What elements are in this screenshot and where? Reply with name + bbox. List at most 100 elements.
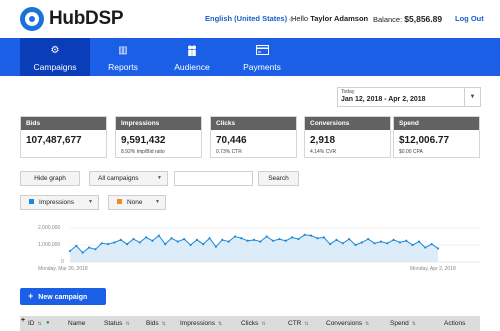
column-header-clicks[interactable]: Clicks ⇅ [241, 316, 266, 331]
data-point[interactable] [424, 246, 427, 249]
card-value: 9,591,432 [121, 135, 166, 146]
data-point[interactable] [176, 240, 179, 243]
data-point[interactable] [329, 243, 332, 246]
card-value: $12,006.77 [399, 135, 450, 146]
date-range-picker[interactable]: Today Jan 12, 2018 - Apr 2, 2018 ▼ [337, 87, 481, 107]
column-label: Conversions [326, 320, 363, 327]
chevron-down-icon[interactable]: ▼ [464, 88, 480, 106]
campaign-filter-select[interactable]: All campaigns ▼ [89, 171, 168, 186]
data-point[interactable] [113, 241, 116, 244]
data-point[interactable] [170, 237, 173, 240]
column-header-ctr[interactable]: CTR ⇅ [288, 316, 309, 331]
data-point[interactable] [145, 236, 148, 239]
data-point[interactable] [335, 238, 338, 241]
nav-item-reports[interactable]: ▥ Reports [88, 38, 158, 76]
data-point[interactable] [164, 243, 167, 246]
data-point[interactable] [259, 240, 262, 243]
data-point[interactable] [278, 237, 281, 241]
column-header-status[interactable]: Status ⇅ [104, 316, 130, 331]
data-point[interactable] [284, 239, 287, 242]
data-point[interactable] [341, 242, 344, 245]
language-selector[interactable]: English (United States) ◇ [205, 14, 294, 23]
data-point[interactable] [208, 237, 211, 240]
data-point[interactable] [221, 238, 224, 241]
data-point[interactable] [360, 241, 363, 244]
search-button[interactable]: Search [258, 171, 299, 186]
data-point[interactable] [354, 243, 357, 247]
plus-icon: + [28, 291, 34, 301]
column-header-name[interactable]: Name [68, 316, 85, 331]
data-point[interactable] [227, 240, 230, 243]
data-point[interactable] [367, 237, 370, 241]
column-header-id[interactable]: ID ⇅ [28, 316, 42, 331]
data-point[interactable] [417, 240, 421, 243]
data-point[interactable] [398, 241, 402, 244]
data-point[interactable] [386, 242, 389, 245]
data-point[interactable] [240, 237, 243, 240]
data-point[interactable] [183, 237, 186, 241]
data-point[interactable] [94, 248, 97, 251]
data-point[interactable] [316, 237, 319, 240]
data-point[interactable] [151, 239, 154, 242]
data-point[interactable] [119, 238, 122, 241]
logo[interactable]: HubDSP [20, 7, 124, 31]
data-point[interactable] [290, 236, 294, 239]
card-title: Impressions [116, 117, 201, 130]
expand-all-icon[interactable]: + [21, 313, 25, 328]
data-point[interactable] [379, 240, 382, 243]
data-point[interactable] [81, 251, 84, 254]
data-point[interactable] [252, 238, 256, 241]
nav-item-audience[interactable]: Audience [157, 38, 227, 76]
data-point[interactable] [157, 234, 160, 237]
nav-item-payments[interactable]: Payments [227, 38, 297, 76]
greeting: Hello Taylor Adamson [291, 14, 368, 23]
balance-value: $5,856.89 [404, 14, 443, 24]
logo-icon [20, 7, 44, 31]
nav-item-campaigns[interactable]: ⚙ Campaigns [20, 38, 90, 76]
data-point[interactable] [75, 244, 78, 247]
data-point[interactable] [373, 242, 376, 245]
data-point[interactable] [233, 235, 237, 238]
search-input[interactable] [174, 171, 253, 186]
data-point[interactable] [411, 243, 414, 247]
data-point[interactable] [106, 243, 110, 246]
column-header-bids[interactable]: Bids ⇅ [146, 316, 166, 331]
metric-2-select[interactable]: None ▼ [108, 195, 166, 210]
data-point[interactable] [303, 233, 306, 236]
data-point[interactable] [195, 238, 198, 241]
data-point[interactable] [68, 249, 72, 253]
data-point[interactable] [265, 235, 268, 238]
data-point[interactable] [310, 234, 313, 237]
new-campaign-button[interactable]: + New campaign [20, 288, 106, 305]
column-header-actions: Actions [444, 320, 466, 327]
column-header-impressions[interactable]: Impressions ⇅ [180, 316, 222, 331]
data-point[interactable] [87, 246, 91, 249]
data-point[interactable] [100, 242, 103, 245]
column-header-spend[interactable]: Spend ⇅ [390, 316, 416, 331]
logout-link[interactable]: Log Out [455, 14, 484, 23]
data-point[interactable] [138, 241, 141, 244]
data-point[interactable] [202, 243, 205, 246]
sort-icon: ⇅ [411, 321, 416, 327]
nav-label: Audience [174, 62, 210, 72]
data-point[interactable] [214, 245, 218, 248]
data-point[interactable] [189, 243, 192, 247]
data-point[interactable] [246, 239, 249, 242]
stat-card-spend: Spend $12,006.77 $0.00 CPA [393, 116, 480, 158]
data-point[interactable] [297, 237, 300, 241]
nav-label: Reports [108, 62, 138, 72]
data-point[interactable] [392, 238, 395, 241]
data-point[interactable] [271, 239, 275, 242]
data-point[interactable] [348, 237, 351, 241]
metric-1-select[interactable]: Impressions ▼ [20, 195, 99, 210]
column-header-conversions[interactable]: Conversions ⇅ [326, 316, 369, 331]
column-label: Status [104, 320, 123, 327]
data-point[interactable] [436, 247, 440, 250]
data-point[interactable] [430, 243, 433, 246]
data-point[interactable] [405, 239, 408, 242]
x-start-label: Monday, Mar 26, 2018 [38, 266, 88, 272]
data-point[interactable] [132, 237, 135, 241]
data-point[interactable] [126, 243, 129, 246]
data-point[interactable] [322, 236, 325, 239]
hide-graph-button[interactable]: Hide graph [20, 171, 80, 186]
